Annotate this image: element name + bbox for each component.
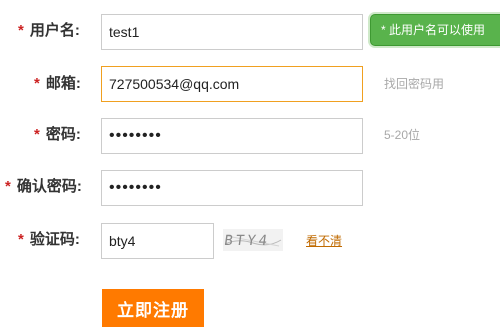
password-hint: 5-20位 — [384, 128, 421, 142]
confirm-password-input[interactable] — [101, 170, 363, 206]
captcha-image[interactable]: BTY4 — [223, 229, 283, 251]
username-available-tooltip: * 此用户名可以使用 — [370, 14, 500, 46]
captcha-input[interactable] — [101, 223, 214, 259]
captcha-refresh-link[interactable]: 看不清 — [306, 232, 342, 249]
required-mark: * — [34, 126, 40, 143]
required-mark: * — [18, 231, 24, 248]
username-input[interactable] — [101, 14, 363, 50]
confirm-password-label-text: 确认密码: — [16, 178, 82, 195]
captcha-label-text: 验证码: — [29, 231, 80, 248]
password-label: * 密码: — [34, 118, 81, 152]
username-label-text: 用户名: — [29, 22, 80, 39]
captcha-image-graphic: BTY4 — [223, 229, 283, 251]
password-label-text: 密码: — [45, 126, 81, 143]
email-hint: 找回密码用 — [384, 77, 445, 91]
email-label-text: 邮箱: — [45, 75, 81, 92]
email-input[interactable] — [101, 66, 363, 102]
captcha-text: BTY4 — [223, 233, 271, 249]
email-label: * 邮箱: — [34, 67, 81, 101]
confirm-password-label: * 确认密码: — [5, 170, 82, 204]
username-label: * 用户名: — [18, 14, 80, 48]
captcha-label: * 验证码: — [18, 223, 80, 257]
required-mark: * — [34, 75, 40, 92]
password-input[interactable] — [101, 118, 363, 154]
register-button[interactable]: 立即注册 — [102, 289, 204, 327]
required-mark: * — [5, 178, 11, 195]
required-mark: * — [18, 22, 24, 39]
